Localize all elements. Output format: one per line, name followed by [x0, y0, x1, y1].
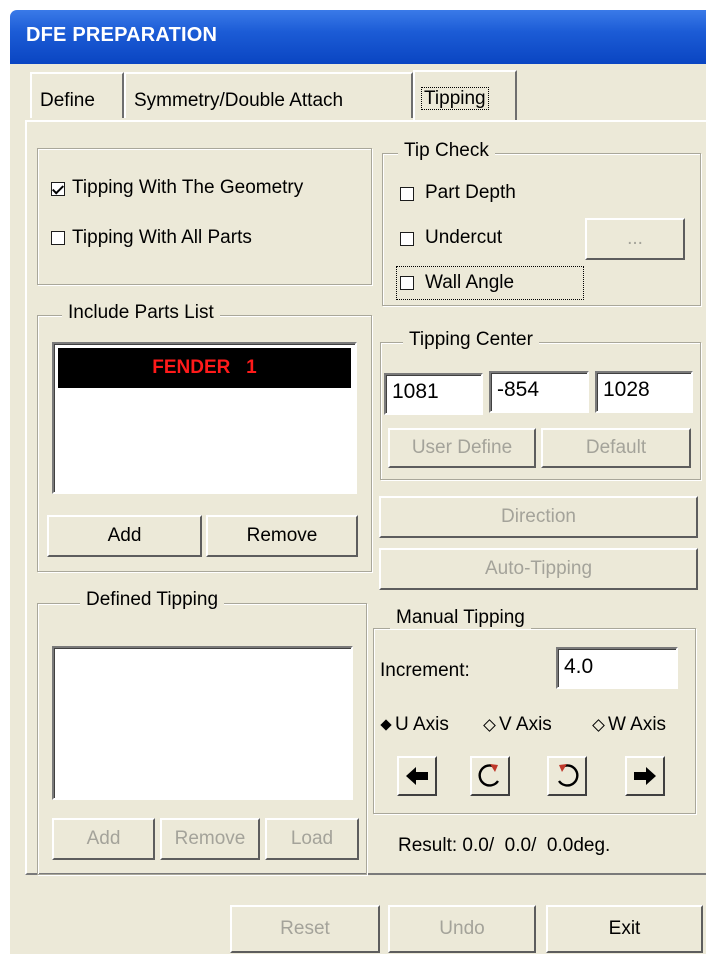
- u-axis-radio[interactable]: U Axis: [380, 714, 449, 736]
- rotate-clockwise-button[interactable]: [470, 756, 510, 796]
- defined-tipping-add-button[interactable]: Add: [52, 818, 155, 860]
- u-axis-label: U Axis: [395, 714, 449, 735]
- radio-selected-icon: [380, 719, 392, 731]
- auto-tipping-label: Auto-Tipping: [484, 558, 593, 579]
- radio-unselected-icon: [483, 718, 496, 732]
- undercut-checkbox[interactable]: [400, 232, 414, 246]
- manual-tipping-title: Manual Tipping: [390, 607, 531, 629]
- tab-tipping[interactable]: Tipping: [413, 70, 517, 122]
- defined-tipping-remove-label: Remove: [174, 828, 246, 849]
- result-readout: Result: 0.0/ 0.0/ 0.0deg.: [398, 835, 610, 857]
- include-parts-remove-label: Remove: [246, 525, 318, 546]
- increment-label: Increment:: [380, 660, 470, 681]
- v-axis-label: V Axis: [499, 714, 552, 735]
- radio-unselected-icon: [592, 718, 605, 732]
- arrow-left-icon: [406, 767, 428, 785]
- wall-angle-label[interactable]: Wall Angle: [425, 272, 514, 294]
- tipping-center-z-field[interactable]: 1028: [595, 371, 693, 413]
- tip-left-button[interactable]: [397, 756, 437, 796]
- include-parts-remove-button[interactable]: Remove: [206, 515, 358, 557]
- window-title: DFE PREPARATION: [26, 24, 218, 46]
- undo-button[interactable]: Undo: [388, 905, 536, 953]
- defined-tipping-add-label: Add: [86, 828, 121, 849]
- include-parts-add-button[interactable]: Add: [47, 515, 202, 557]
- w-axis-radio[interactable]: W Axis: [592, 714, 666, 736]
- user-define-label: User Define: [411, 437, 513, 458]
- include-parts-add-label: Add: [107, 525, 142, 546]
- window-title-bar[interactable]: DFE PREPARATION: [10, 10, 706, 64]
- user-define-button[interactable]: User Define: [388, 428, 536, 468]
- rotate-clockwise-icon: [478, 764, 499, 787]
- defined-tipping-title: Defined Tipping: [80, 589, 225, 611]
- defined-tipping-listbox[interactable]: [52, 646, 353, 800]
- tab-tipping-label: Tipping: [421, 87, 489, 110]
- include-parts-listbox[interactable]: FENDER 1: [52, 342, 357, 494]
- result-label: Result:: [398, 835, 458, 856]
- tipping-with-all-parts-label[interactable]: Tipping With All Parts: [72, 227, 252, 249]
- tab-define[interactable]: Define: [30, 72, 124, 118]
- default-label: Default: [585, 437, 647, 458]
- tipping-with-geometry-label[interactable]: Tipping With The Geometry: [72, 177, 303, 199]
- arrow-right-icon: [634, 767, 656, 785]
- exit-button[interactable]: Exit: [546, 905, 703, 953]
- include-parts-title: Include Parts List: [62, 302, 220, 324]
- exit-label: Exit: [608, 918, 641, 939]
- increment-field[interactable]: 4.0: [556, 647, 678, 689]
- reset-button[interactable]: Reset: [230, 905, 380, 953]
- reset-label: Reset: [280, 918, 330, 939]
- defined-tipping-remove-button[interactable]: Remove: [160, 818, 260, 860]
- tipping-center-x-field[interactable]: 1081: [384, 373, 483, 415]
- tab-define-label: Define: [40, 90, 95, 111]
- tip-right-button[interactable]: [625, 756, 665, 796]
- w-axis-label: W Axis: [608, 714, 667, 735]
- tipping-with-all-parts-checkbox[interactable]: [51, 231, 65, 245]
- tip-check-title: Tip Check: [398, 140, 495, 162]
- rotate-counterclockwise-icon: [558, 764, 579, 787]
- undercut-settings-button[interactable]: ...: [585, 218, 685, 260]
- part-depth-label[interactable]: Part Depth: [425, 182, 516, 204]
- undercut-label[interactable]: Undercut: [425, 227, 502, 249]
- wall-angle-checkbox[interactable]: [400, 276, 414, 290]
- v-axis-radio[interactable]: V Axis: [483, 714, 552, 736]
- tipping-with-geometry-checkbox[interactable]: [51, 182, 65, 196]
- result-value: 0.0/ 0.0/ 0.0deg.: [462, 835, 611, 856]
- default-button[interactable]: Default: [541, 428, 691, 468]
- tab-symmetry-label: Symmetry/Double Attach: [134, 90, 344, 111]
- tab-symmetry-double-attach[interactable]: Symmetry/Double Attach: [124, 72, 413, 118]
- auto-tipping-button[interactable]: Auto-Tipping: [379, 548, 698, 590]
- direction-label: Direction: [501, 506, 576, 527]
- part-depth-checkbox[interactable]: [400, 187, 414, 201]
- undercut-settings-label: ...: [627, 228, 643, 249]
- defined-tipping-load-button[interactable]: Load: [265, 818, 359, 860]
- list-item[interactable]: FENDER 1: [58, 348, 351, 388]
- rotate-counterclockwise-button[interactable]: [547, 756, 587, 796]
- undo-label: Undo: [439, 918, 485, 939]
- tipping-center-title: Tipping Center: [403, 329, 539, 351]
- defined-tipping-load-label: Load: [290, 828, 334, 849]
- tipping-options-group: [37, 148, 372, 285]
- tipping-center-y-field[interactable]: -854: [489, 371, 589, 413]
- direction-button[interactable]: Direction: [379, 496, 698, 538]
